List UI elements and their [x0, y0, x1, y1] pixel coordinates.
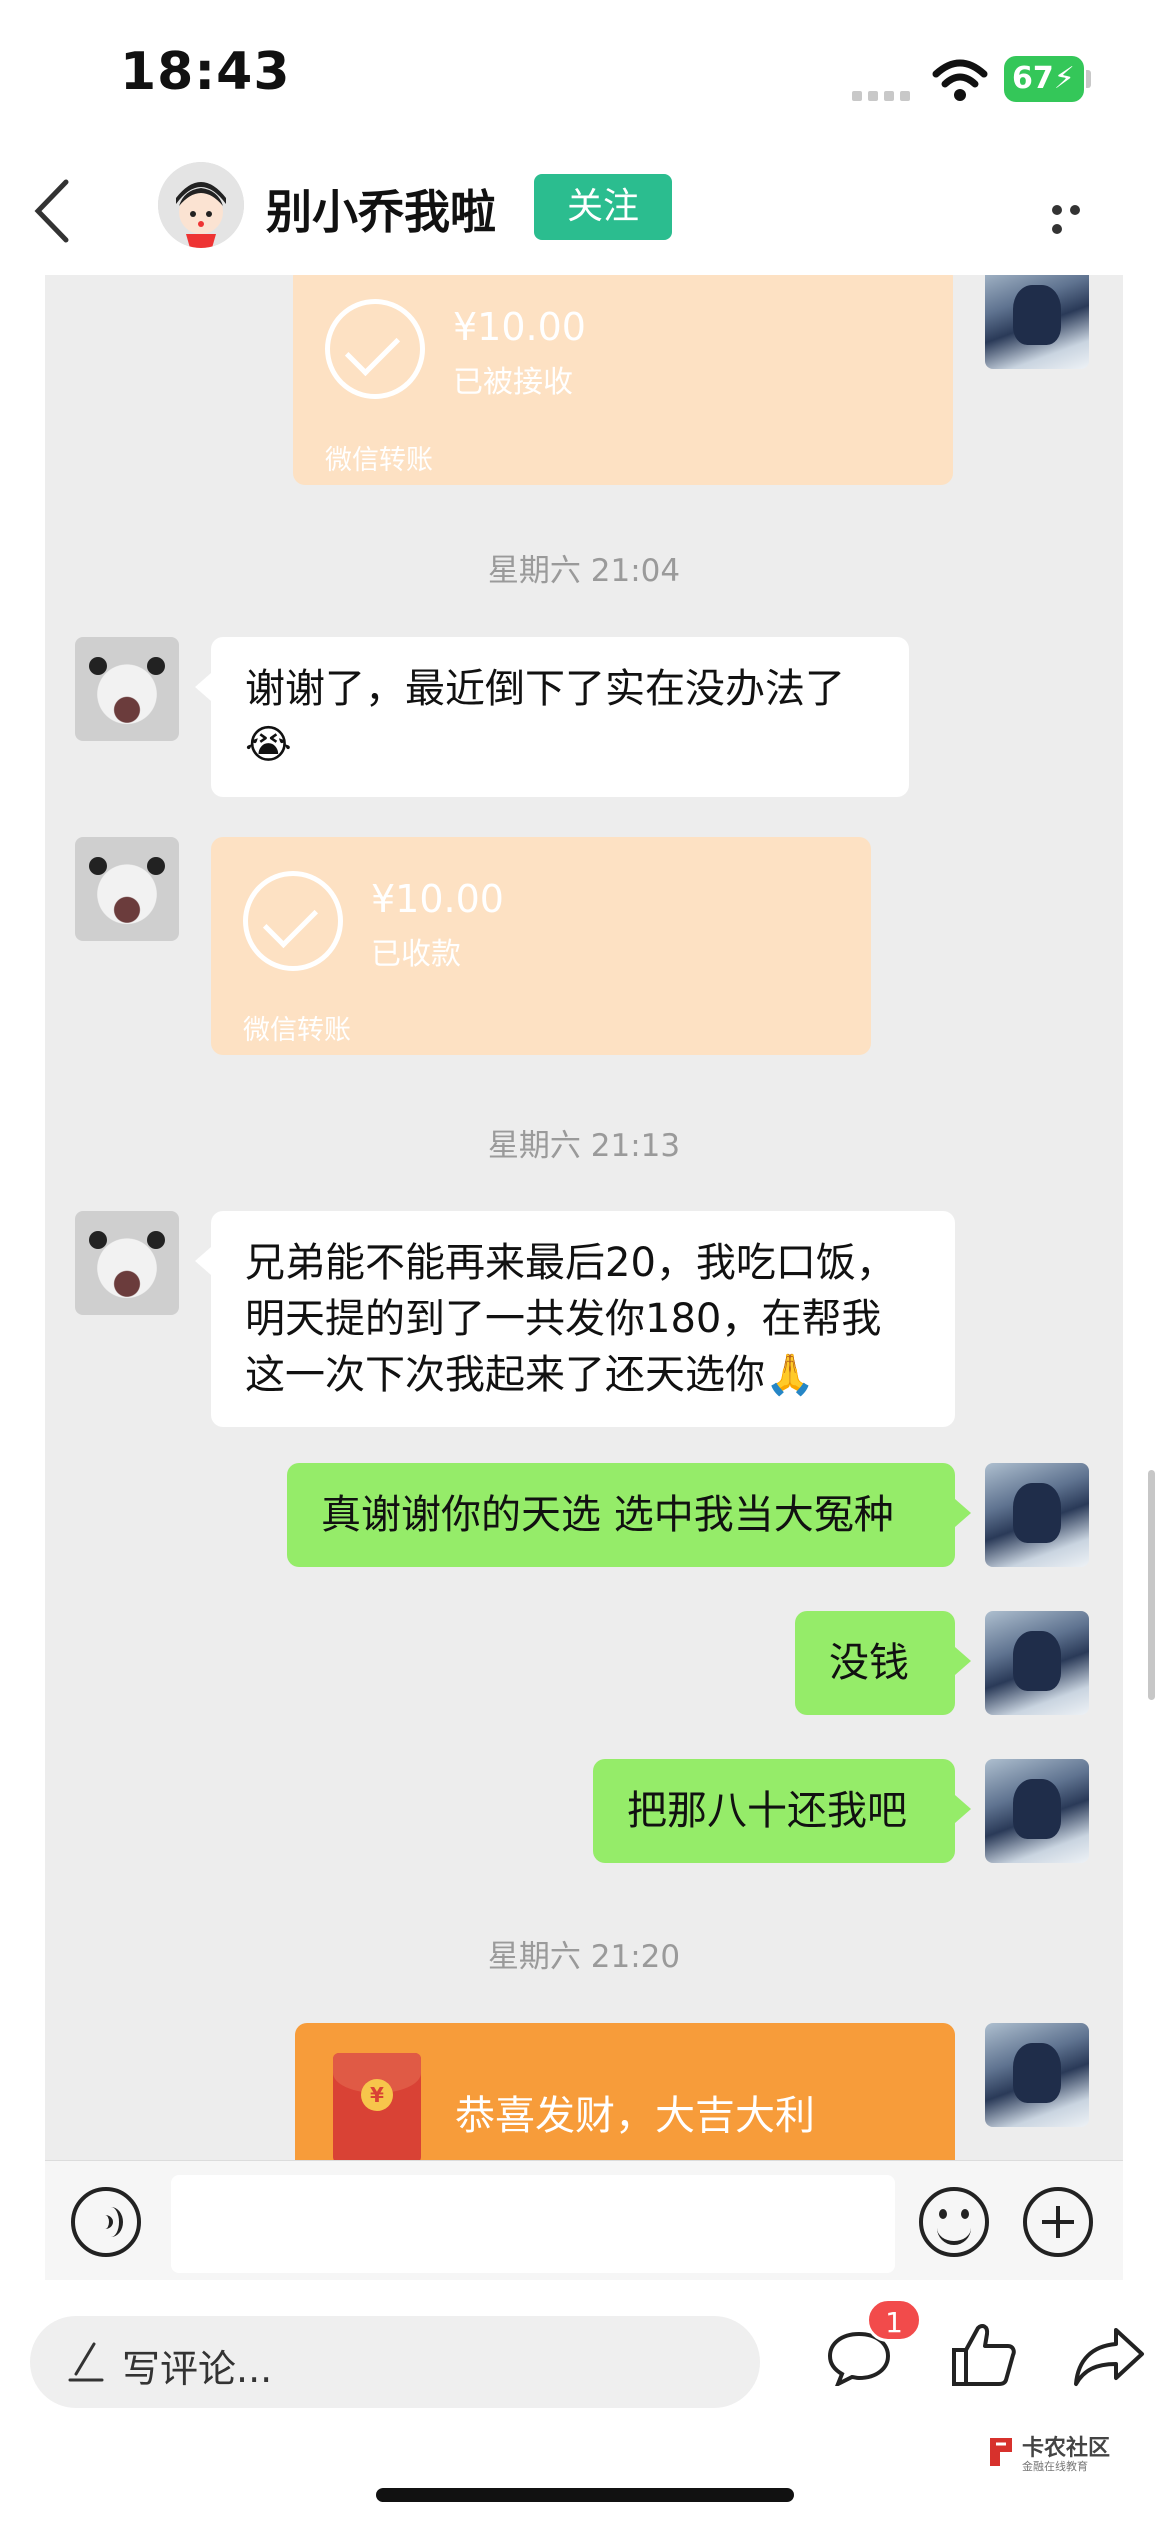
share-icon[interactable]	[1072, 2326, 1146, 2388]
wifi-icon	[932, 59, 988, 101]
my-avatar[interactable]	[985, 275, 1089, 369]
scrollbar[interactable]	[1148, 1470, 1155, 1700]
watermark: 卡农社区 金融在线教育	[986, 2430, 1126, 2480]
comment-bar: 写评论... 1 卡农社区 金融在线教育	[0, 2280, 1170, 2532]
thumbs-up-icon[interactable]	[948, 2320, 1018, 2390]
battery-level: 67	[1012, 61, 1054, 96]
back-chevron-icon[interactable]	[30, 176, 74, 246]
status-bar: 18:43 67⚡	[0, 0, 1170, 150]
message-bubble-received[interactable]: 兄弟能不能再来最后20，我吃口饭，明天提的到了一共发你180，在帮我这一次下次我…	[195, 1211, 955, 1427]
red-packet-greeting: 恭喜发财，大吉大利	[455, 2093, 815, 2139]
message-bubble-sent[interactable]: 真谢谢你的天选 选中我当大冤种	[287, 1463, 971, 1567]
transfer-status: 已收款	[371, 937, 461, 972]
cartoon-face-icon	[158, 162, 244, 248]
transfer-card-sent[interactable]: ¥10.00 已被接收 微信转账	[293, 275, 953, 485]
my-avatar[interactable]	[985, 1463, 1089, 1567]
chat-header: 别小乔我啦 关注	[0, 150, 1170, 275]
yuan-symbol: ¥	[361, 2079, 393, 2111]
comment-count-badge: 1	[866, 2298, 922, 2342]
emoji-icon[interactable]	[919, 2187, 989, 2257]
comment-placeholder: 写评论...	[122, 2347, 273, 2391]
transfer-status: 已被接收	[453, 365, 573, 400]
timestamp: 星期六 21:20	[487, 1939, 681, 1975]
message-input-bar	[45, 2160, 1123, 2280]
contact-avatar[interactable]	[75, 837, 179, 941]
battery-tip	[1086, 70, 1091, 88]
transfer-amount: ¥10.00	[453, 305, 586, 349]
red-envelope-icon: ¥	[333, 2053, 421, 2160]
more-plus-icon[interactable]	[1023, 2187, 1093, 2257]
watermark-subtitle: 金融在线教育	[1022, 2460, 1088, 2473]
check-circle-icon	[325, 299, 425, 399]
more-options-icon[interactable]	[1052, 200, 1102, 234]
follow-button[interactable]: 关注	[534, 174, 672, 240]
cellular-signal-icon	[852, 86, 916, 101]
my-avatar[interactable]	[985, 1759, 1089, 1863]
timestamp: 星期六 21:13	[487, 1128, 681, 1164]
watermark-logo-icon	[990, 2438, 1012, 2466]
transfer-label: 微信转账	[325, 445, 433, 476]
my-avatar[interactable]	[985, 1611, 1089, 1715]
transfer-card-received[interactable]: ¥10.00 已收款 微信转账	[211, 837, 871, 1055]
user-avatar[interactable]	[158, 162, 244, 248]
comment-input[interactable]: 写评论...	[30, 2316, 760, 2408]
transfer-label: 微信转账	[243, 1015, 351, 1046]
contact-avatar[interactable]	[75, 637, 179, 741]
timestamp: 星期六 21:04	[487, 553, 681, 589]
battery-indicator: 67⚡	[1004, 56, 1084, 102]
status-time: 18:43	[120, 42, 291, 102]
message-bubble-received[interactable]: 谢谢了，最近倒下了实在没办法了😭	[195, 637, 909, 797]
check-circle-icon	[243, 871, 343, 971]
red-packet-card[interactable]: ¥ 恭喜发财，大吉大利	[295, 2023, 955, 2160]
message-bubble-sent[interactable]: 没钱	[795, 1611, 971, 1715]
message-input[interactable]	[171, 2175, 895, 2273]
pen-icon	[68, 2342, 104, 2382]
chat-area[interactable]: ¥10.00 已被接收 微信转账 星期六 21:04 谢谢了，最近倒下了实在没办…	[45, 275, 1123, 2160]
my-avatar[interactable]	[985, 2023, 1089, 2127]
home-indicator[interactable]	[376, 2488, 794, 2502]
contact-avatar[interactable]	[75, 1211, 179, 1315]
message-bubble-sent[interactable]: 把那八十还我吧	[593, 1759, 971, 1863]
transfer-amount: ¥10.00	[371, 877, 504, 921]
voice-input-icon[interactable]	[71, 2187, 141, 2257]
chat-username: 别小乔我啦	[266, 185, 496, 239]
